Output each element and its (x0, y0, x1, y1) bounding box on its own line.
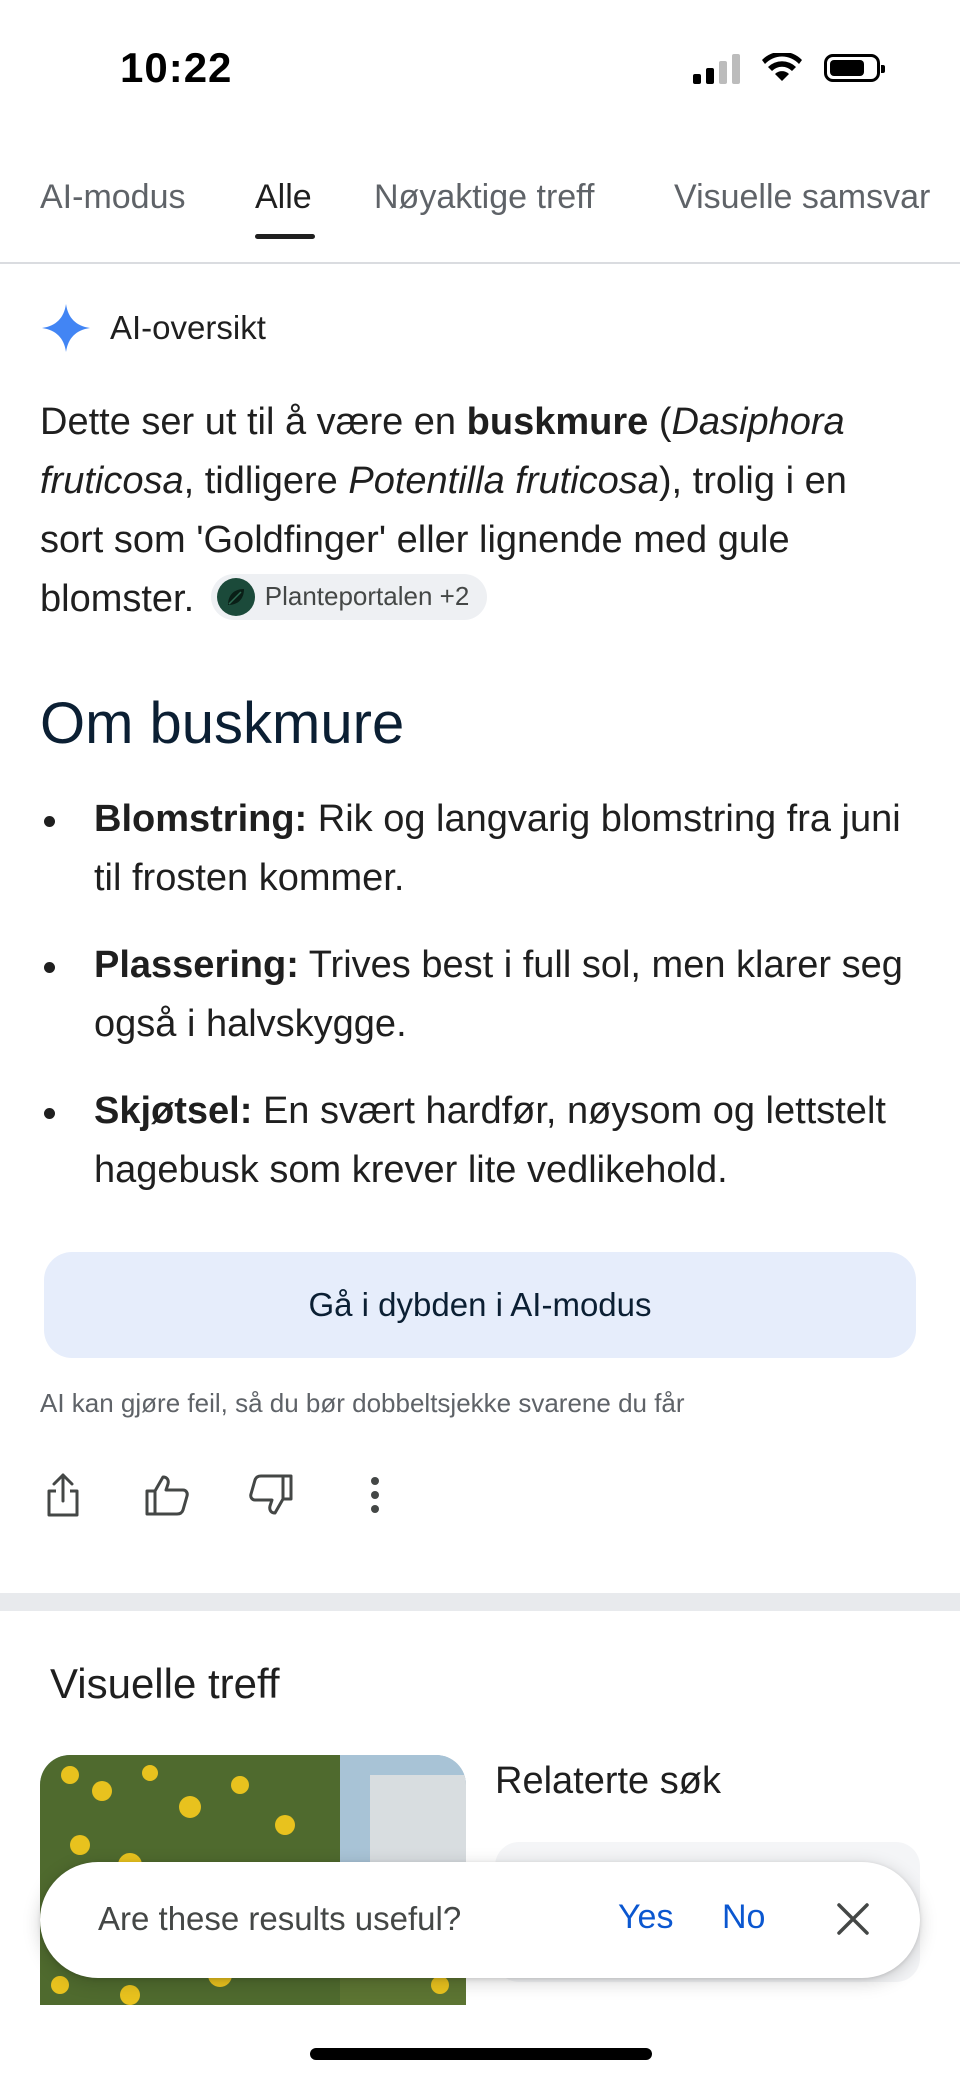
more-options-button[interactable] (352, 1470, 398, 1520)
close-button[interactable] (830, 1896, 876, 1942)
share-icon (47, 1473, 79, 1517)
thumbs-up-icon (145, 1475, 189, 1516)
section-title: Om buskmure (40, 691, 405, 756)
deep-dive-ai-mode-button[interactable]: Gå i dybden i AI-modus (44, 1252, 916, 1358)
share-button[interactable] (40, 1470, 86, 1520)
sparkle-icon (42, 304, 90, 352)
home-indicator (310, 2048, 652, 2060)
feedback-toast: Are these results useful? Yes No (40, 1862, 920, 1978)
fact-label: Blomstring: (94, 798, 308, 840)
tab-visual-matches[interactable]: Visuelle samsvar (674, 178, 930, 217)
fact-label: Plassering: (94, 944, 299, 986)
list-item: Plassering: Trives best i full sol, men … (40, 936, 920, 1054)
tab-ai-mode[interactable]: AI-modus (40, 178, 186, 217)
intro-text: ( (648, 401, 672, 443)
battery-icon (824, 54, 885, 82)
fact-label: Skjøtsel: (94, 1090, 253, 1132)
tab-exact-matches[interactable]: Nøyaktige treff (374, 178, 594, 217)
status-icons (693, 52, 885, 84)
status-time: 10:22 (120, 44, 233, 91)
intro-bold: buskmure (466, 401, 649, 443)
close-icon (837, 1903, 869, 1935)
source-chip-label: Planteportalen +2 (264, 581, 470, 612)
section-divider (0, 1593, 960, 1611)
visual-matches-title: Visuelle treff (50, 1660, 280, 1707)
intro-italic: Potentilla fruticosa (348, 460, 659, 502)
list-item: Blomstring: Rik og langvarig blomstring … (40, 790, 920, 908)
feedback-no-button[interactable]: No (722, 1898, 765, 1937)
thumbs-down-button[interactable] (248, 1470, 294, 1520)
ai-overview-title: AI-oversikt (110, 309, 266, 346)
ai-overview-text: Dette ser ut til å være en buskmure (Das… (40, 393, 920, 629)
ai-overview-header: AI-oversikt (40, 302, 266, 354)
tab-all[interactable]: Alle (255, 178, 312, 217)
cellular-signal-icon (693, 52, 740, 84)
search-tabs: AI-modus Alle Nøyaktige treff Visuelle s… (0, 150, 960, 264)
intro-text: , tidligere (183, 460, 349, 502)
feedback-yes-button[interactable]: Yes (618, 1898, 673, 1937)
ai-disclaimer: AI kan gjøre feil, så du bør dobbeltsjek… (40, 1388, 685, 1418)
wifi-icon (762, 53, 802, 81)
intro-text: Dette ser ut til å være en (40, 401, 467, 443)
related-searches-title: Relaterte søk (495, 1760, 721, 1802)
source-chip[interactable]: Planteportalen +2 (210, 573, 488, 620)
more-vert-icon (371, 1477, 379, 1513)
feedback-question: Are these results useful? (98, 1900, 462, 1937)
list-item: Skjøtsel: En svært hardfør, nøysom og le… (40, 1082, 920, 1200)
ai-overview-actions (40, 1470, 398, 1520)
facts-list: Blomstring: Rik og langvarig blomstring … (40, 790, 920, 1228)
leaf-icon (216, 577, 255, 616)
active-tab-indicator (255, 234, 315, 239)
thumbs-down-icon (249, 1474, 293, 1515)
status-bar: 10:22 (0, 0, 960, 130)
thumbs-up-button[interactable] (144, 1470, 190, 1520)
